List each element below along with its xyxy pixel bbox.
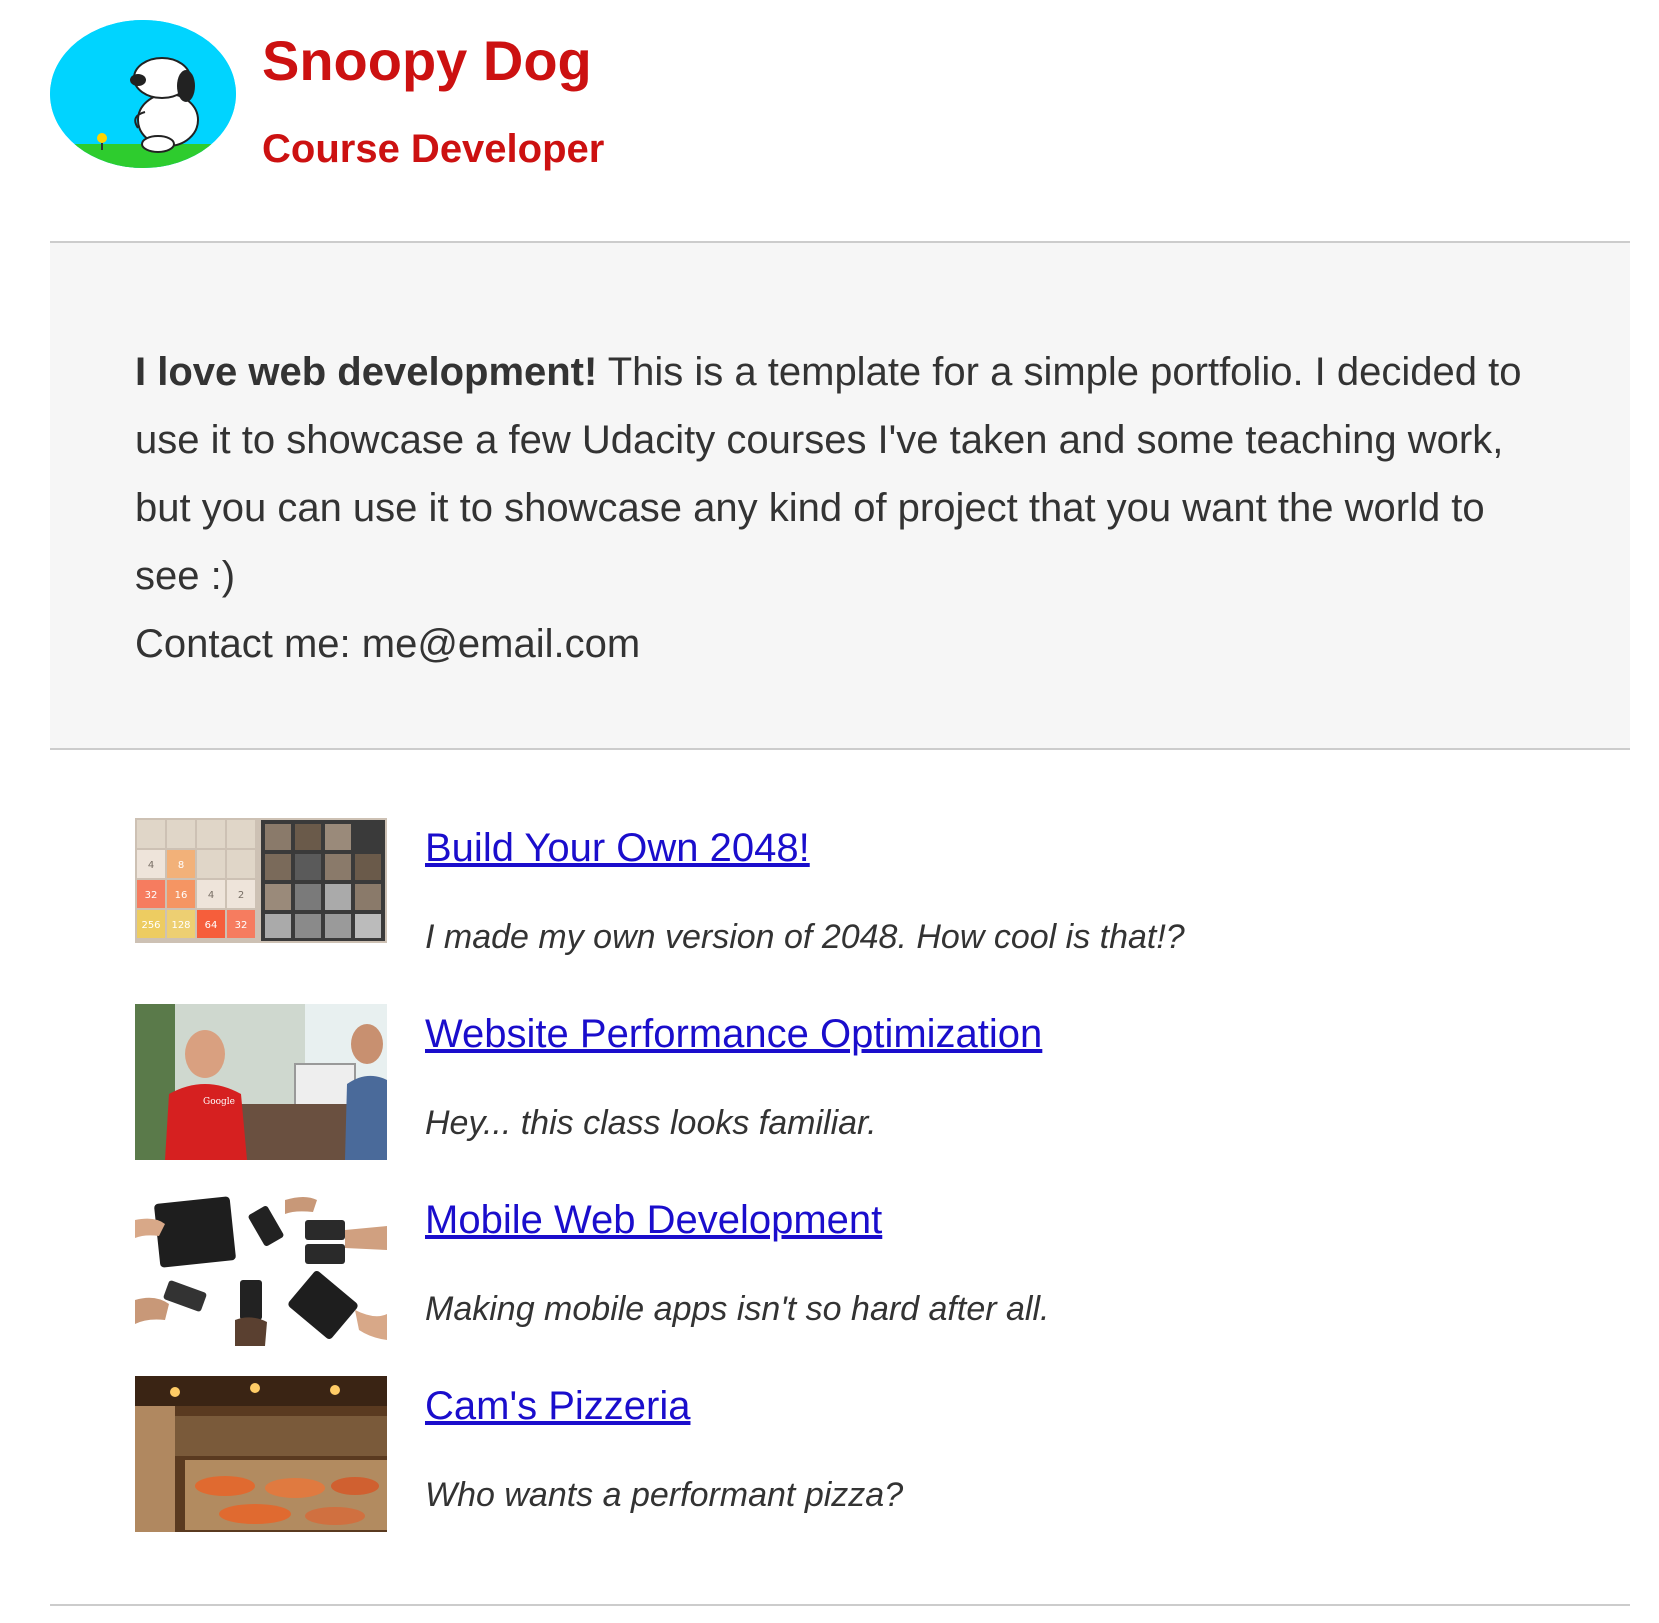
contact-text: Contact me: me@email.com: [135, 622, 641, 666]
project-link-performance[interactable]: Website Performance Optimization: [425, 1012, 1042, 1057]
project-thumbnail-2048[interactable]: 4 8 32 16 4 2 256 128 64 32: [135, 818, 387, 974]
tile-label: 32: [145, 890, 158, 901]
tile-label: 16: [175, 890, 188, 901]
intro-panel: I love web development! This is a templa…: [50, 243, 1630, 748]
tile-label: 128: [171, 920, 190, 931]
project-link-mobile[interactable]: Mobile Web Development: [425, 1198, 882, 1243]
shirt-logo: Google: [203, 1097, 235, 1107]
project-item: Google Website Performance Optimization …: [135, 1004, 1535, 1190]
project-link-2048[interactable]: Build Your Own 2048!: [425, 826, 810, 871]
project-thumbnail-performance[interactable]: Google: [135, 1004, 387, 1160]
project-item: Cam's Pizzeria Who wants a performant pi…: [135, 1376, 1535, 1562]
snoopy-avatar-icon: [50, 20, 236, 168]
project-description: Who wants a performant pizza?: [425, 1476, 904, 1514]
tile-label: 4: [148, 860, 154, 871]
tile-label: 2: [238, 890, 244, 901]
profile-name: Snoopy Dog: [262, 29, 592, 92]
project-description: Hey... this class looks familiar.: [425, 1104, 877, 1142]
profile-role: Course Developer: [262, 127, 605, 171]
project-description: Making mobile apps isn't so hard after a…: [425, 1290, 1050, 1328]
divider: [50, 1604, 1630, 1606]
intro-bold-lead: I love web development!: [135, 350, 598, 394]
divider: [50, 748, 1630, 750]
profile-header: Snoopy Dog Course Developer: [50, 20, 1630, 180]
project-thumbnail-pizzeria[interactable]: [135, 1376, 387, 1532]
tile-label: 32: [235, 920, 248, 931]
intro-text: I love web development! This is a templa…: [135, 338, 1555, 678]
project-thumbnail-mobile[interactable]: [135, 1190, 387, 1346]
project-item: 4 8 32 16 4 2 256 128 64 32 Build Your O…: [135, 818, 1535, 1004]
avatar: [50, 20, 236, 168]
project-list: 4 8 32 16 4 2 256 128 64 32 Build Your O…: [135, 818, 1535, 1562]
project-link-pizzeria[interactable]: Cam's Pizzeria: [425, 1384, 690, 1429]
tile-label: 64: [205, 920, 218, 931]
tile-label: 8: [178, 860, 184, 871]
tile-label: 4: [208, 890, 214, 901]
tile-label: 256: [141, 920, 160, 931]
project-item: Mobile Web Development Making mobile app…: [135, 1190, 1535, 1376]
project-description: I made my own version of 2048. How cool …: [425, 918, 1185, 956]
